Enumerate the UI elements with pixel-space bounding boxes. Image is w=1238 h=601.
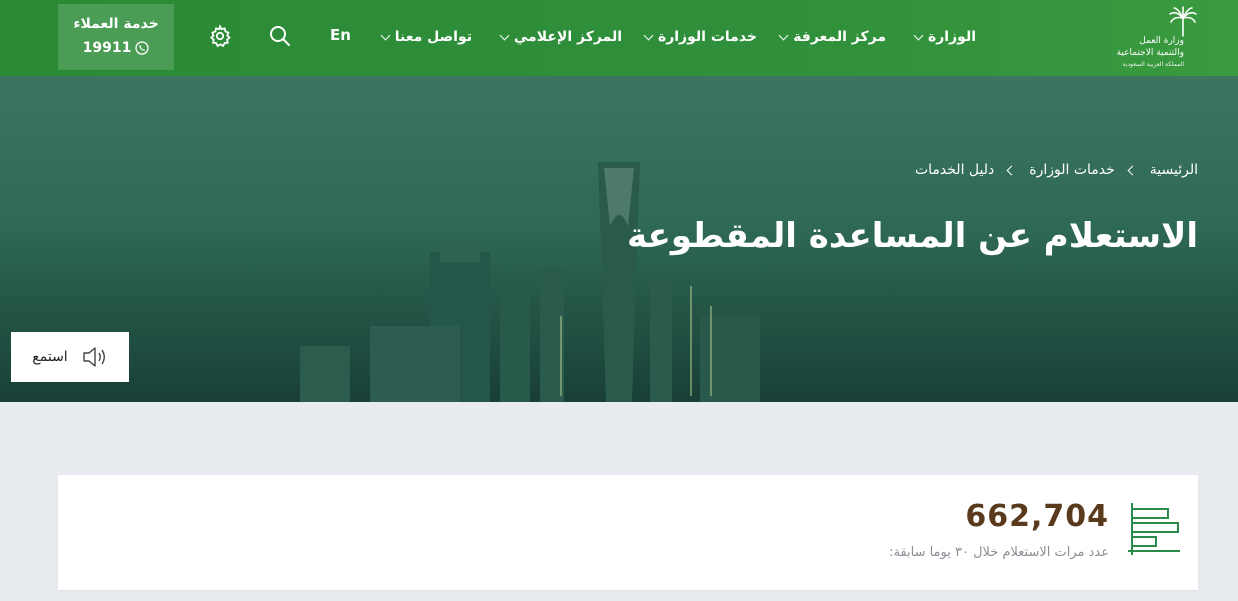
chevron-down-icon (778, 30, 789, 40)
inquiry-count: 662,704 (965, 499, 1109, 534)
listen-label: استمع (32, 349, 68, 365)
search-icon (270, 26, 290, 46)
breadcrumb-ministry-services[interactable]: خدمات الوزارة (1029, 162, 1115, 178)
breadcrumb-home[interactable]: الرئيسية (1150, 162, 1198, 178)
chevron-down-icon (643, 30, 654, 40)
page-title: الاستعلام عن المساعدة المقطوعة (626, 216, 1198, 256)
nav-label: الوزارة (927, 29, 976, 45)
palm-icon (1169, 6, 1197, 37)
search-button[interactable] (268, 24, 292, 48)
customer-service-phone-row: 19911 (58, 40, 174, 56)
speaker-icon (82, 347, 105, 367)
customer-service-phone: 19911 (82, 40, 132, 56)
breadcrumb: الرئيسية خدمات الوزارة دليل الخدمات (915, 162, 1198, 178)
customer-service-title: خدمة العملاء (73, 16, 159, 32)
nav-item-contact-us[interactable]: تواصل معنا (378, 26, 472, 48)
chevron-left-icon (1127, 165, 1138, 175)
top-navbar: وزارة العمل والتنمية الاجتماعية المملكة … (0, 0, 1238, 76)
nav-item-media-center[interactable]: المركز الإعلامي (497, 26, 622, 48)
logo-line-1: وزارة العمل (1139, 36, 1184, 46)
customer-service-box[interactable]: خدمة العملاء 19911 (58, 4, 174, 70)
language-toggle[interactable]: En (330, 26, 351, 44)
chevron-down-icon (380, 30, 391, 40)
bar-chart-icon (1128, 503, 1180, 555)
listen-button[interactable]: استمع (11, 332, 129, 382)
nav-label: تواصل معنا (394, 29, 472, 45)
nav-label: المركز الإعلامي (513, 29, 622, 45)
logo-line-3: المملكة العربية السعودية (1122, 61, 1184, 68)
nav-item-ministry-services[interactable]: خدمات الوزارة (641, 26, 757, 48)
chevron-down-icon (499, 30, 510, 40)
breadcrumb-services-guide[interactable]: دليل الخدمات (915, 162, 994, 178)
nav-item-knowledge-center[interactable]: مركز المعرفة (776, 26, 886, 48)
nav-item-ministry[interactable]: الوزارة (911, 26, 976, 48)
inquiry-count-label: عدد مرات الاستعلام خلال ٣٠ يوما سابقة: (889, 545, 1109, 560)
gear-icon (209, 24, 231, 48)
nav-label: مركز المعرفة (793, 29, 886, 45)
settings-button[interactable] (208, 24, 232, 48)
phone-icon (135, 41, 150, 55)
nav-label: خدمات الوزارة (657, 29, 757, 45)
logo-line-2: والتنمية الاجتماعية (1116, 48, 1184, 58)
hero-banner: الرئيسية خدمات الوزارة دليل الخدمات الاس… (0, 76, 1238, 402)
chevron-left-icon (1006, 165, 1017, 175)
ministry-logo[interactable]: وزارة العمل والتنمية الاجتماعية المملكة … (1103, 6, 1198, 70)
chevron-down-icon (913, 30, 924, 40)
stats-card: 662,704 عدد مرات الاستعلام خلال ٣٠ يوما … (58, 475, 1198, 590)
